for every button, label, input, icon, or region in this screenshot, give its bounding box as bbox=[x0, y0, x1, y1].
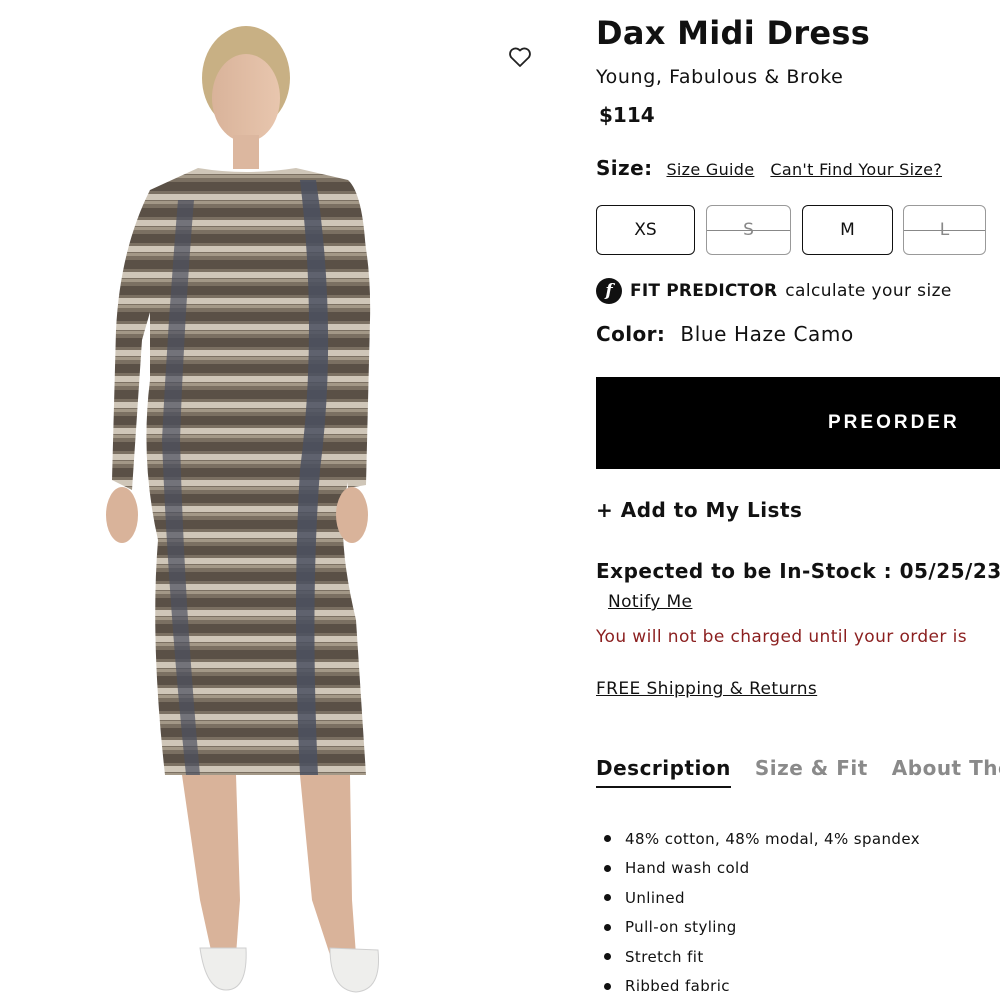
expected-stock-date: Expected to be In-Stock : 05/25/23 bbox=[596, 559, 1000, 583]
size-option-s[interactable]: S bbox=[706, 205, 791, 255]
product-image[interactable] bbox=[0, 0, 560, 1000]
list-item: Unlined bbox=[604, 883, 920, 913]
description-item: Pull-on styling bbox=[625, 918, 737, 937]
preorder-button[interactable]: PREORDER bbox=[596, 377, 1000, 469]
size-option-m[interactable]: M bbox=[802, 205, 893, 255]
list-item: Pull-on styling bbox=[604, 913, 920, 943]
description-item: 48% cotton, 48% modal, 4% spandex bbox=[625, 829, 920, 848]
free-shipping-link[interactable]: FREE Shipping & Returns bbox=[596, 679, 817, 699]
charge-note: You will not be charged until your order… bbox=[596, 627, 967, 647]
list-item: 48% cotton, 48% modal, 4% spandex bbox=[604, 824, 920, 854]
description-item: Ribbed fabric bbox=[625, 977, 730, 996]
product-price: $114 bbox=[599, 103, 655, 127]
wishlist-button[interactable] bbox=[508, 46, 540, 76]
tab-size-fit[interactable]: Size & Fit bbox=[755, 756, 868, 788]
tab-description[interactable]: Description bbox=[596, 756, 731, 788]
bullet-icon bbox=[604, 953, 611, 961]
product-tabs: Description Size & Fit About The bbox=[596, 756, 1000, 788]
bullet-icon bbox=[604, 894, 611, 902]
bullet-icon bbox=[604, 923, 611, 931]
size-option-l[interactable]: L bbox=[903, 205, 986, 255]
notify-me-link[interactable]: Notify Me bbox=[608, 592, 692, 612]
list-item: Ribbed fabric bbox=[604, 972, 920, 1000]
product-title: Dax Midi Dress bbox=[596, 14, 871, 52]
size-guide-link[interactable]: Size Guide bbox=[666, 160, 754, 179]
model-face bbox=[212, 54, 280, 142]
tab-about[interactable]: About The bbox=[892, 756, 1000, 788]
color-label: Color: bbox=[596, 322, 666, 346]
fit-predictor[interactable]: f FIT PREDICTOR calculate your size bbox=[596, 278, 952, 304]
bullet-icon bbox=[604, 864, 611, 872]
bullet-icon bbox=[604, 835, 611, 843]
fit-predictor-text: calculate your size bbox=[785, 281, 952, 301]
size-option-xs[interactable]: XS bbox=[596, 205, 695, 255]
size-options: XS S M L bbox=[596, 205, 1000, 255]
size-header: Size: Size Guide Can't Find Your Size? bbox=[596, 156, 942, 180]
color-value: Blue Haze Camo bbox=[680, 322, 854, 346]
cant-find-size-link[interactable]: Can't Find Your Size? bbox=[770, 160, 942, 179]
size-label: Size: bbox=[596, 156, 653, 180]
model-photo bbox=[106, 26, 380, 993]
fit-predictor-label: FIT PREDICTOR bbox=[630, 281, 778, 301]
product-details: Dax Midi Dress Young, Fabulous & Broke $… bbox=[596, 0, 1000, 1000]
description-item: Hand wash cold bbox=[625, 859, 750, 878]
product-brand[interactable]: Young, Fabulous & Broke bbox=[596, 66, 843, 88]
description-item: Unlined bbox=[625, 888, 685, 907]
bullet-icon bbox=[604, 982, 611, 990]
add-to-lists-link[interactable]: + Add to My Lists bbox=[596, 498, 802, 522]
fit-predictor-icon: f bbox=[596, 278, 622, 304]
list-item: Stretch fit bbox=[604, 942, 920, 972]
description-item: Stretch fit bbox=[625, 947, 704, 966]
heart-outline-icon bbox=[509, 47, 531, 67]
list-item: Hand wash cold bbox=[604, 854, 920, 884]
description-list: 48% cotton, 48% modal, 4% spandex Hand w… bbox=[604, 824, 920, 1000]
color-row: Color: Blue Haze Camo bbox=[596, 322, 854, 346]
